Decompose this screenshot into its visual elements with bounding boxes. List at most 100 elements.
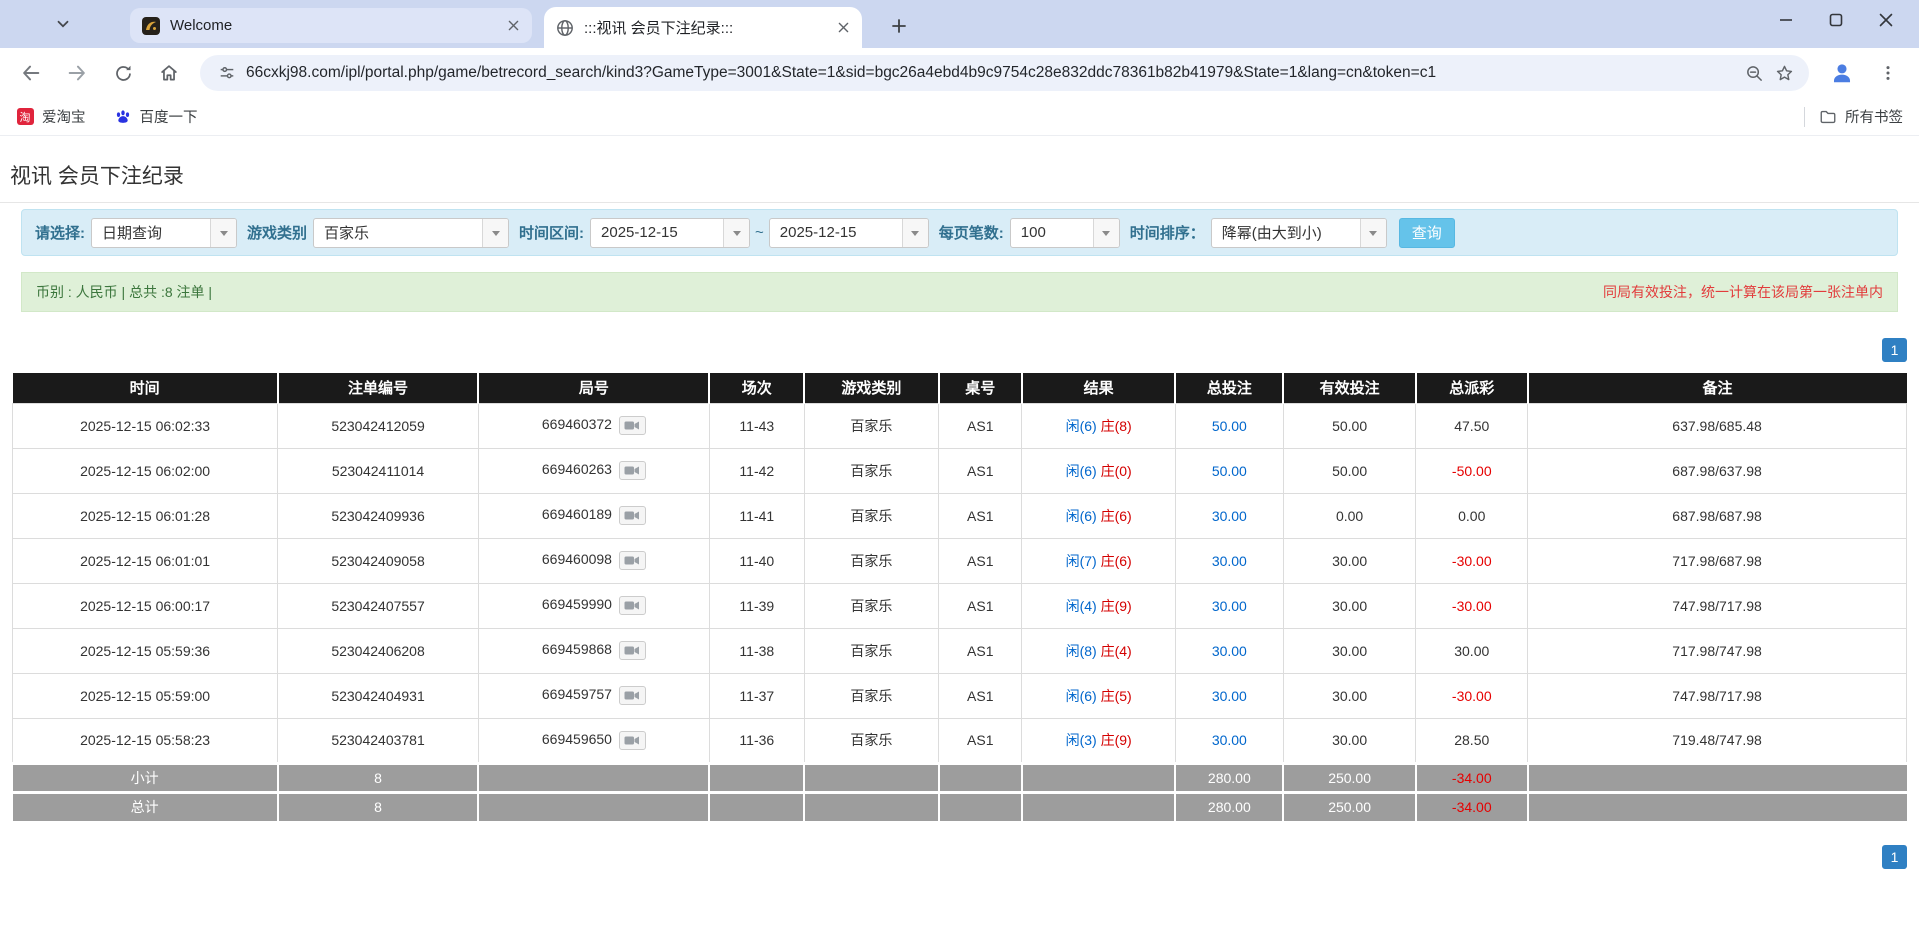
total-label: 总计: [13, 792, 278, 821]
cell-result: 闲(6) 庄(0): [1022, 448, 1175, 493]
total-bet-link[interactable]: 30.00: [1212, 643, 1247, 659]
chevron-down-icon[interactable]: [723, 219, 749, 247]
cell-game: 百家乐: [804, 448, 938, 493]
col-round: 局号: [478, 373, 709, 403]
maximize-button[interactable]: [1811, 4, 1861, 36]
tab-title: Welcome: [170, 17, 502, 34]
forward-button[interactable]: [58, 54, 96, 92]
col-total-bet: 总投注: [1175, 373, 1283, 403]
result-banker: 庄(9): [1101, 732, 1132, 748]
reload-button[interactable]: [104, 54, 142, 92]
round-number: 669459868: [542, 641, 612, 657]
close-button[interactable]: [1861, 4, 1911, 36]
profile-avatar[interactable]: [1823, 54, 1861, 92]
all-bookmarks[interactable]: 所有书签: [1804, 106, 1903, 127]
cell-valid-bet: 30.00: [1283, 583, 1416, 628]
cell-session: 11-41: [709, 493, 804, 538]
video-replay-icon[interactable]: [619, 596, 646, 615]
cell-total-bet: 30.00: [1175, 628, 1283, 673]
cell-game: 百家乐: [804, 538, 938, 583]
cell-result: 闲(8) 庄(4): [1022, 628, 1175, 673]
video-replay-icon[interactable]: [619, 641, 646, 660]
total-row: 总计 8 280.00 250.00 -34.00: [13, 792, 1907, 821]
minimize-button[interactable]: [1761, 4, 1811, 36]
bet-record-row: 2025-12-15 06:00:17 523042407557 6694599…: [13, 583, 1907, 628]
url-text[interactable]: 66cxkj98.com/ipl/portal.php/game/betreco…: [246, 64, 1739, 82]
footer-empty-cell: [1528, 763, 1907, 792]
total-bet-link[interactable]: 30.00: [1212, 598, 1247, 614]
range-separator: ~: [755, 224, 764, 241]
bookmark-star-icon[interactable]: [1769, 58, 1799, 88]
bookmark-taobao[interactable]: 淘 爱淘宝: [16, 106, 86, 127]
result-player: 闲(4): [1066, 598, 1097, 614]
filter-panel: 请选择: 日期查询 游戏类别 百家乐 时间区间: 2025-12-15 ~ 20…: [21, 209, 1898, 256]
video-replay-icon[interactable]: [619, 551, 646, 570]
cell-bet-id: 523042404931: [278, 673, 479, 718]
page-number-button[interactable]: 1: [1882, 845, 1907, 869]
home-button[interactable]: [150, 54, 188, 92]
page-size-select[interactable]: 100: [1010, 218, 1120, 248]
footer-empty-cell: [1528, 792, 1907, 821]
new-tab-button[interactable]: [884, 11, 914, 41]
tab-close-icon[interactable]: [502, 15, 524, 37]
date-to-select[interactable]: 2025-12-15: [769, 218, 929, 248]
date-from-select[interactable]: 2025-12-15: [590, 218, 750, 248]
cell-total-bet: 30.00: [1175, 493, 1283, 538]
result-player: 闲(6): [1066, 463, 1097, 479]
sort-select[interactable]: 降幂(由大到小): [1211, 218, 1387, 248]
page-number-button[interactable]: 1: [1882, 338, 1907, 362]
baidu-paw-icon: [114, 108, 132, 126]
bookmark-baidu[interactable]: 百度一下: [114, 106, 198, 127]
total-bet-link[interactable]: 50.00: [1212, 418, 1247, 434]
browser-menu-button[interactable]: [1869, 54, 1907, 92]
chevron-down-icon[interactable]: [482, 219, 508, 247]
tab-betrecord[interactable]: :::视讯 会员下注纪录:::: [544, 7, 862, 48]
footer-empty-cell: [804, 792, 938, 821]
date-from-value: 2025-12-15: [591, 219, 723, 247]
video-replay-icon[interactable]: [619, 506, 646, 525]
chevron-down-icon[interactable]: [1093, 219, 1119, 247]
browser-window: Welcome :::视讯 会员下注纪录:::: [0, 0, 1919, 869]
search-button[interactable]: 查询: [1399, 218, 1455, 248]
page-content: 视讯 会员下注纪录 请选择: 日期查询 游戏类别 百家乐 时间区间: 2025-…: [0, 160, 1919, 869]
tab-welcome[interactable]: Welcome: [130, 8, 532, 43]
cell-bet-id: 523042409058: [278, 538, 479, 583]
bet-record-row: 2025-12-15 06:01:01 523042409058 6694600…: [13, 538, 1907, 583]
home-icon: [158, 62, 180, 84]
cell-payout: 0.00: [1416, 493, 1528, 538]
result-banker: 庄(5): [1101, 688, 1132, 704]
back-button[interactable]: [12, 54, 50, 92]
cell-table: AS1: [939, 718, 1022, 763]
cell-bet-id: 523042412059: [278, 403, 479, 448]
footer-empty-cell: [939, 763, 1022, 792]
query-type-select[interactable]: 日期查询: [91, 218, 237, 248]
total-bet-link[interactable]: 30.00: [1212, 508, 1247, 524]
game-category-select[interactable]: 百家乐: [313, 218, 509, 248]
result-banker: 庄(9): [1101, 598, 1132, 614]
forward-arrow-icon: [66, 62, 88, 84]
total-bet-link[interactable]: 50.00: [1212, 463, 1247, 479]
chevron-down-icon[interactable]: [1360, 219, 1386, 247]
welcome-favicon-icon: [142, 17, 160, 35]
result-player: 闲(8): [1066, 643, 1097, 659]
chevron-down-icon[interactable]: [210, 219, 236, 247]
cell-round: 669460189: [478, 493, 709, 538]
tab-close-icon[interactable]: [832, 17, 854, 39]
cell-note: 717.98/747.98: [1528, 628, 1907, 673]
video-replay-icon[interactable]: [619, 686, 646, 705]
total-bet-link[interactable]: 30.00: [1212, 553, 1247, 569]
total-bet-link[interactable]: 30.00: [1212, 732, 1247, 748]
tab-search-button[interactable]: [46, 11, 80, 37]
bookmark-label: 爱淘宝: [42, 106, 86, 127]
site-info-icon[interactable]: [212, 58, 242, 88]
chevron-down-icon[interactable]: [902, 219, 928, 247]
cell-game: 百家乐: [804, 673, 938, 718]
cell-time: 2025-12-15 05:59:36: [13, 628, 278, 673]
zoom-out-icon[interactable]: [1739, 58, 1769, 88]
close-icon: [1875, 9, 1897, 31]
address-bar[interactable]: 66cxkj98.com/ipl/portal.php/game/betreco…: [200, 55, 1809, 91]
total-bet-link[interactable]: 30.00: [1212, 688, 1247, 704]
video-replay-icon[interactable]: [619, 461, 646, 480]
video-replay-icon[interactable]: [619, 731, 646, 750]
video-replay-icon[interactable]: [619, 416, 646, 435]
